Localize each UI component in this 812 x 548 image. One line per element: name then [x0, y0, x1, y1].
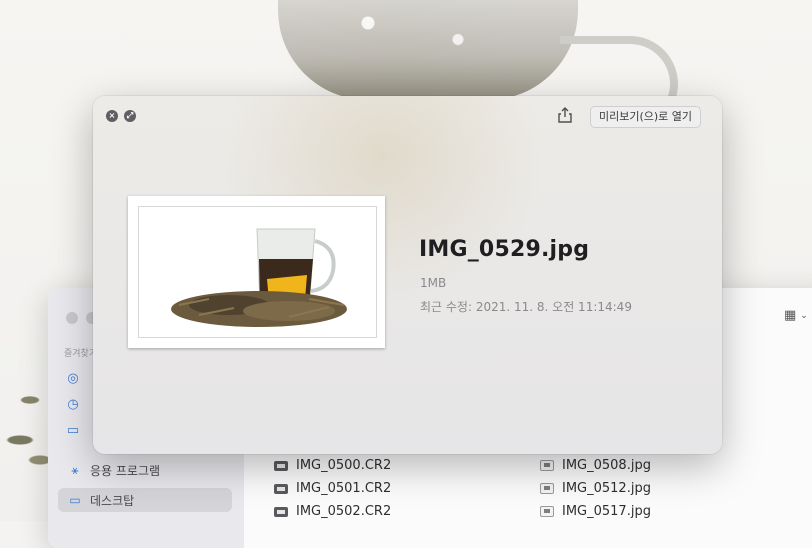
image-file-icon: [540, 460, 554, 471]
airdrop-icon[interactable]: ◎: [66, 372, 80, 386]
file-item[interactable]: IMG_0517.jpg: [540, 504, 651, 519]
sidebar-item-label: 응용 프로그램: [90, 463, 161, 478]
raw-file-icon: [274, 506, 288, 517]
share-icon[interactable]: [556, 107, 574, 125]
sidebar-item-desktop[interactable]: ▭ 데스크탑: [58, 488, 232, 512]
raw-file-icon: [274, 460, 288, 471]
chevron-down-icon: ⌄: [800, 310, 808, 321]
window-close-dot[interactable]: [66, 312, 78, 324]
fullscreen-icon[interactable]: ⤢: [124, 110, 136, 122]
file-item[interactable]: IMG_0508.jpg: [540, 458, 651, 473]
background-tea-glass: [278, 0, 578, 100]
applications-icon: ⚹: [71, 462, 79, 477]
file-name: IMG_0517.jpg: [562, 504, 651, 519]
raw-file-icon: [274, 483, 288, 494]
file-modified-date: 최근 수정: 2021. 11. 8. 오전 11:14:49: [420, 300, 632, 314]
desktop-icon: ▭: [69, 493, 81, 507]
file-item[interactable]: IMG_0512.jpg: [540, 481, 651, 496]
file-name: IMG_0512.jpg: [562, 481, 651, 496]
file-name: IMG_0508.jpg: [562, 458, 651, 473]
grid-view-icon: ▦: [784, 308, 797, 323]
folder-icon[interactable]: ▭: [66, 424, 80, 438]
file-item[interactable]: IMG_0502.CR2: [274, 504, 391, 519]
file-item[interactable]: IMG_0500.CR2: [274, 458, 391, 473]
file-name: IMG_0502.CR2: [296, 504, 392, 519]
file-name: IMG_0500.CR2: [296, 458, 392, 473]
image-file-icon: [540, 506, 554, 517]
open-with-preview-button[interactable]: 미리보기(으)로 열기: [590, 106, 702, 128]
file-title: IMG_0529.jpg: [419, 237, 590, 262]
file-size: 1MB: [420, 276, 447, 290]
file-name: IMG_0501.CR2: [296, 481, 392, 496]
thumbnail-image: [138, 206, 377, 338]
image-file-icon: [540, 483, 554, 494]
quick-look-panel: × ⤢ 미리보기(으)로 열기 IMG_0529.jpg 1MB 최근 수정: …: [93, 96, 722, 454]
sidebar-item-applications[interactable]: ⚹ 응용 프로그램: [58, 458, 232, 482]
view-toggle[interactable]: ▦ ⌄: [784, 308, 808, 323]
sidebar-item-label: 데스크탑: [90, 493, 135, 508]
image-thumbnail: [128, 196, 385, 348]
close-icon[interactable]: ×: [106, 110, 118, 122]
file-item[interactable]: IMG_0501.CR2: [274, 481, 391, 496]
recents-icon[interactable]: ◷: [66, 398, 80, 412]
